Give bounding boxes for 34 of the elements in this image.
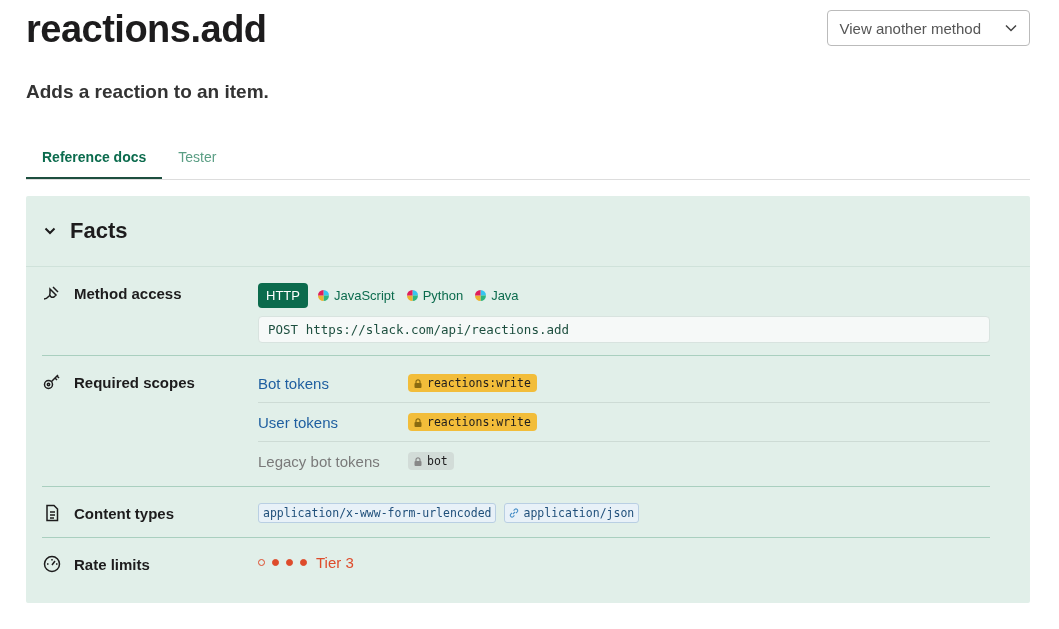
endpoint-field: POST https://slack.com/api/reactions.add: [258, 316, 990, 343]
scope-tag: bot: [408, 452, 454, 470]
method-dropdown[interactable]: View another method: [826, 10, 1030, 46]
token-type-link[interactable]: Bot tokens: [258, 374, 408, 392]
tab[interactable]: Reference docs: [26, 139, 163, 179]
multicolor-dot-icon: [406, 290, 418, 301]
multicolor-dot-icon: [317, 290, 329, 301]
language-tab[interactable]: HTTP: [258, 283, 308, 308]
content-type-tag: application/x-www-form-urlencoded: [258, 503, 497, 523]
language-tab[interactable]: Java: [473, 283, 521, 308]
language-tab[interactable]: JavaScript: [315, 283, 397, 308]
row-label: Method access: [74, 284, 182, 304]
content-type-link[interactable]: application/json: [504, 503, 640, 523]
row-label: Required scopes: [74, 373, 195, 393]
lock-icon: [414, 417, 422, 427]
lock-icon: [414, 456, 422, 466]
tier-text: Tier 3: [316, 554, 354, 571]
page-subtitle: Adds a reaction to an item.: [26, 81, 270, 103]
chevron-icon[interactable]: [44, 227, 56, 235]
multicolor-dot-icon: [475, 290, 487, 301]
row-label: Content types: [74, 504, 174, 524]
token-type-link[interactable]: User tokens: [258, 413, 408, 431]
page-title: reactions.add: [26, 8, 267, 51]
row-label: Rate limits: [74, 555, 150, 575]
section-title: Facts: [70, 218, 128, 244]
language-tab[interactable]: Python: [404, 283, 466, 308]
scope-tag: reactions:write: [408, 374, 537, 392]
chevron-down-icon: [1005, 24, 1017, 32]
gauge-icon: [42, 554, 62, 574]
tab[interactable]: Tester: [162, 139, 233, 179]
key-icon: [42, 372, 62, 392]
link-icon: [509, 508, 520, 518]
lock-icon: [414, 378, 422, 388]
scope-tag: reactions:write: [408, 413, 537, 431]
